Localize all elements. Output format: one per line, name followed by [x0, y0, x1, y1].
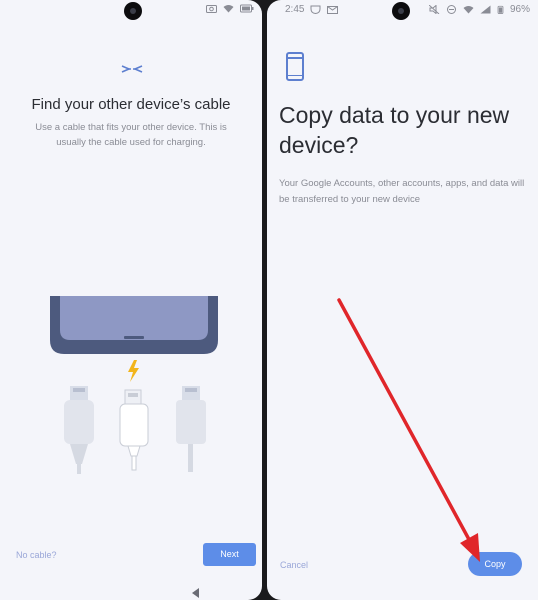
status-bar-right-left: 2:45: [285, 4, 339, 15]
front-camera: [124, 2, 142, 20]
status-bar-right: 96%: [428, 4, 530, 15]
cable-connect-icon: [121, 65, 143, 73]
phone-icon: [286, 52, 304, 81]
front-camera: [392, 2, 410, 20]
next-button[interactable]: Next: [203, 543, 256, 566]
shield-icon: [310, 5, 321, 14]
camera-status-icon: [206, 5, 217, 13]
status-time: 2:45: [285, 4, 305, 15]
mute-icon: [428, 5, 440, 14]
battery-percent: 96%: [509, 4, 530, 15]
no-cable-button[interactable]: No cable?: [16, 550, 57, 560]
battery-icon: [240, 4, 254, 13]
cable-illustration: [50, 296, 218, 474]
mail-icon: [327, 6, 339, 14]
page-subtitle: Use a cable that fits your other device.…: [35, 122, 227, 148]
copy-button[interactable]: Copy: [468, 552, 522, 576]
page-subtitle: Your Google Accounts, other accounts, ap…: [279, 178, 525, 205]
wifi-icon: [463, 6, 474, 14]
lightning-icon: [128, 360, 139, 382]
back-nav-icon[interactable]: [192, 588, 199, 598]
cancel-button[interactable]: Cancel: [280, 560, 308, 570]
status-bar-left: [206, 4, 254, 13]
wifi-icon: [223, 5, 234, 13]
lightning-cable-icon: [119, 389, 149, 471]
signal-icon: [480, 5, 491, 14]
usb-c-cable-icon: [64, 386, 94, 474]
left-phone-screen: Find your other device’s cable Use a cab…: [0, 0, 262, 600]
right-phone-screen: 2:45 96% Copy data to your new device? Y…: [267, 0, 538, 600]
dnd-icon: [446, 5, 456, 14]
battery-icon: [497, 5, 504, 14]
page-title: Find your other device’s cable: [31, 96, 231, 113]
page-title: Copy data to your new device?: [279, 102, 510, 158]
usb-cable-icon: [176, 386, 206, 472]
